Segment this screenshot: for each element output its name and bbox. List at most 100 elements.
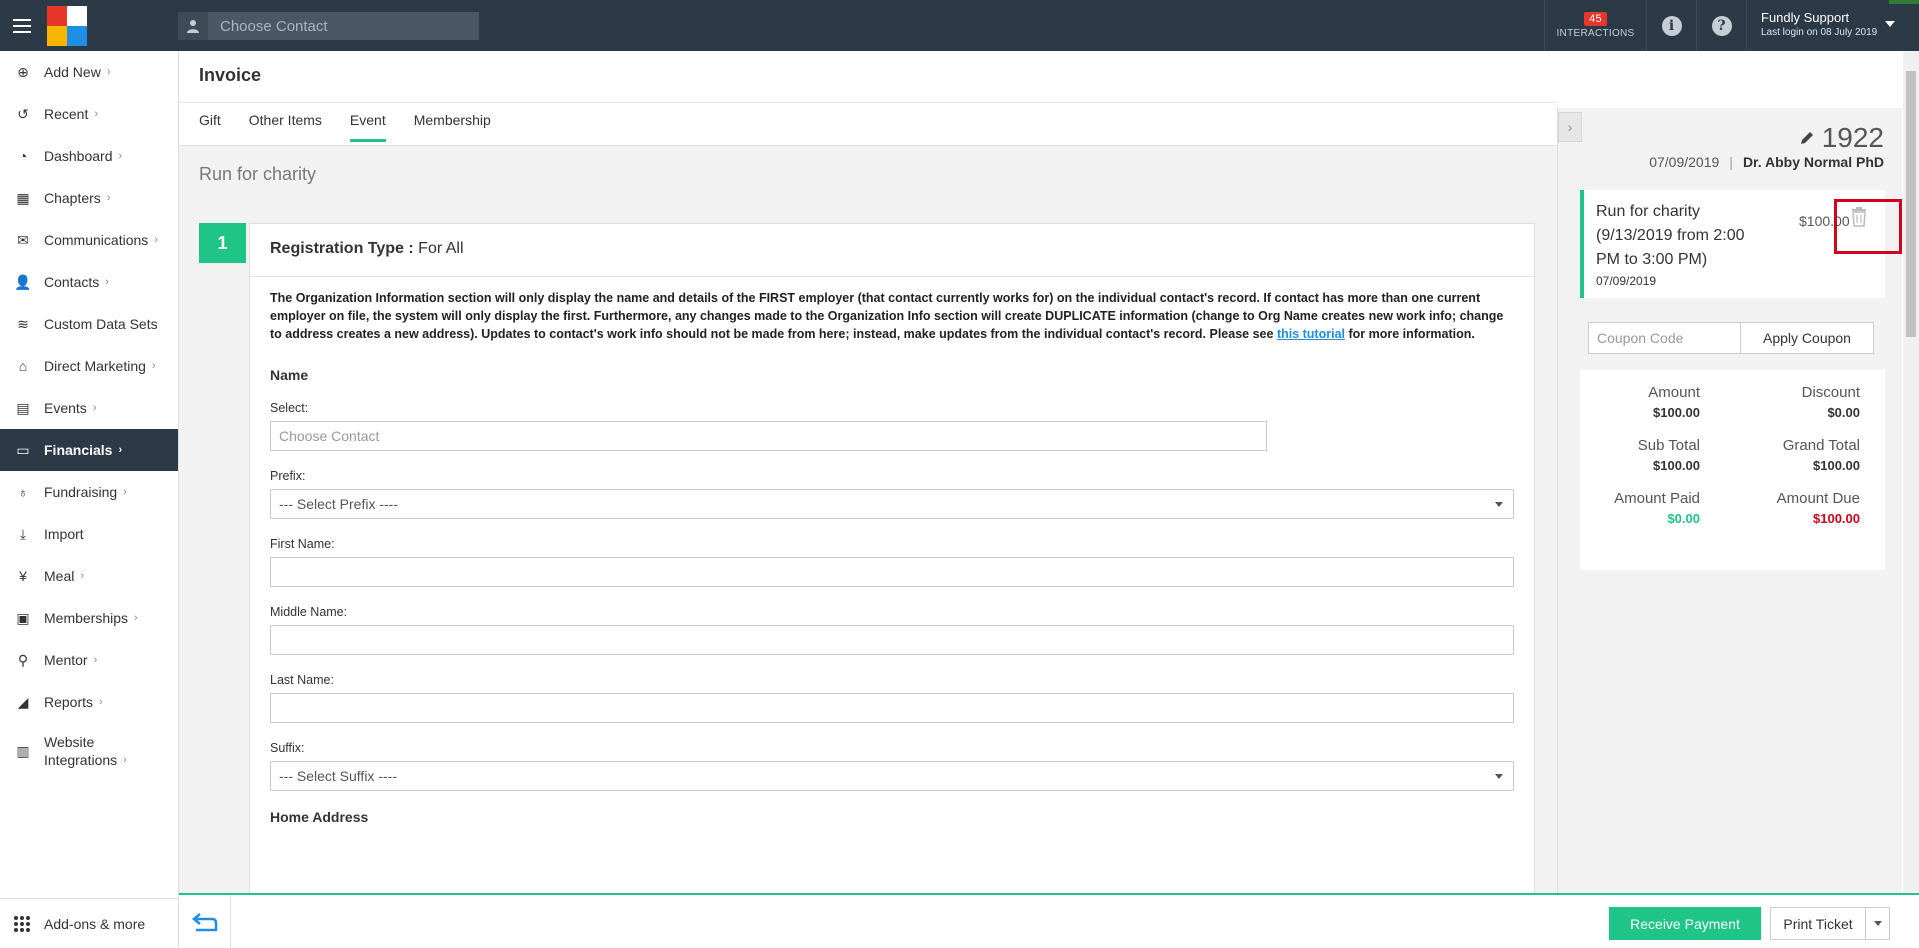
collapse-panel-button[interactable]: ›	[1558, 112, 1582, 142]
interactions-button[interactable]: 45 INTERACTIONS	[1544, 0, 1646, 51]
sidebar-item-mentor[interactable]: ⚲ Mentor ›	[0, 639, 178, 681]
last-name-field[interactable]	[270, 693, 1514, 723]
sidebar-item-communications[interactable]: ✉ Communications ›	[0, 219, 178, 261]
grandtotal-cell: Grand Total $100.00	[1750, 437, 1860, 473]
main-area: Invoice Gift Other Items Event Membershi…	[179, 51, 1557, 948]
scrollbar-thumb[interactable]	[1906, 71, 1916, 337]
chevron-right-icon: ›	[92, 402, 97, 414]
subtotal-cell: Sub Total $100.00	[1600, 437, 1700, 473]
plus-circle-icon: ⊕	[17, 63, 29, 80]
chevron-right-icon: ›	[105, 276, 109, 288]
tab-gift[interactable]: Gift	[199, 112, 221, 142]
cutlery-icon: ¥	[19, 568, 27, 584]
middle-name-label: Middle Name:	[270, 605, 348, 619]
amount-paid-cell: Amount Paid $0.00	[1600, 490, 1700, 526]
user-menu[interactable]: Fundly Support Last login on 08 July 201…	[1746, 0, 1919, 51]
apps-grid-icon	[14, 915, 30, 932]
history-icon: ↺	[17, 105, 29, 122]
id-card-icon: ▣	[16, 609, 30, 626]
print-ticket-button[interactable]: Print Ticket	[1770, 907, 1866, 940]
envelope-icon: ✉	[17, 231, 29, 248]
tab-other-items[interactable]: Other Items	[249, 112, 322, 142]
amount-value: $100.00	[1653, 405, 1700, 420]
invoice-tabs: Gift Other Items Event Membership	[199, 112, 491, 142]
prefix-select[interactable]: --- Select Prefix ----	[270, 489, 1514, 519]
moneybag-icon: ♁	[17, 484, 29, 500]
sidebar-item-contacts[interactable]: 👤 Contacts ›	[0, 261, 178, 303]
print-options-dropdown[interactable]	[1866, 907, 1890, 940]
hamburger-menu-icon[interactable]	[0, 0, 44, 51]
browser-icon: ▥	[16, 743, 30, 759]
choose-contact-field[interactable]: Choose Contact	[270, 421, 1267, 451]
chevron-right-icon: ›	[1567, 119, 1573, 135]
addons-more-button[interactable]: Add-ons & more	[0, 898, 179, 948]
chevron-right-icon: ›	[154, 234, 158, 246]
tab-event[interactable]: Event	[349, 112, 386, 142]
pencil-icon[interactable]	[1798, 129, 1816, 147]
amount-label: Amount	[1648, 384, 1700, 401]
apply-coupon-button[interactable]: Apply Coupon	[1741, 322, 1874, 354]
sidebar-item-label: Memberships	[44, 610, 129, 626]
registration-card: Registration Type : For All The Organiza…	[249, 223, 1535, 893]
subtotal-value: $100.00	[1653, 458, 1700, 473]
home-address-section-title: Home Address	[270, 809, 369, 825]
sidebar-item-dashboard[interactable]: ◔ Dashboard ›	[0, 135, 178, 177]
coupon-code-input[interactable]	[1588, 322, 1741, 354]
contact-search-input[interactable]	[208, 17, 468, 35]
invoice-date: 07/09/2019	[1649, 154, 1720, 170]
sidebar-item-import[interactable]: ⤓ Import	[0, 513, 178, 555]
sidebar-item-label: Direct Marketing	[44, 358, 146, 374]
sidebar-item-label: Add New	[44, 64, 101, 80]
tutorial-link[interactable]: this tutorial	[1277, 327, 1345, 341]
info-icon: i	[1661, 15, 1682, 36]
sidebar-item-fundraising[interactable]: ♁ Fundraising ›	[0, 471, 178, 513]
registration-type-label: Registration Type :	[270, 240, 414, 257]
info-button[interactable]: i	[1646, 0, 1696, 51]
sidebar-item-events[interactable]: ▤ Events ›	[0, 387, 178, 429]
sidebar-item-meal[interactable]: ¥ Meal ›	[0, 555, 178, 597]
registration-type-value: For All	[418, 240, 464, 257]
fundly-logo[interactable]	[47, 5, 87, 46]
sidebar-item-label: Communications	[44, 232, 149, 248]
sidebar-item-add-new[interactable]: ⊕ Add New ›	[0, 51, 178, 93]
chevron-right-icon: ›	[123, 486, 127, 498]
money-icon: ▭	[16, 441, 30, 458]
page-scrollbar[interactable]	[1903, 51, 1919, 893]
sidebar-item-custom-data-sets[interactable]: ≋ Custom Data Sets	[0, 303, 178, 345]
addons-more-label: Add-ons & more	[44, 915, 146, 932]
receive-payment-button[interactable]: Receive Payment	[1609, 907, 1761, 940]
subtotal-label: Sub Total	[1637, 437, 1700, 454]
calendar-icon: ▤	[16, 399, 30, 416]
sidebar-item-financials[interactable]: ▭ Financials ›	[0, 429, 178, 471]
middle-name-field[interactable]	[270, 625, 1514, 655]
sidebar-item-label: Dashboard	[44, 148, 113, 164]
sidebar-item-label: Import	[44, 526, 84, 542]
last-name-label: Last Name:	[270, 673, 334, 687]
sidebar-item-recent[interactable]: ↺ Recent ›	[0, 93, 178, 135]
help-button[interactable]: ?	[1696, 0, 1746, 51]
discount-cell: Discount $0.00	[1750, 384, 1860, 420]
sidebar-item-website-integrations[interactable]: ▥ Website Integrations ›	[0, 723, 178, 779]
first-name-field[interactable]	[270, 557, 1514, 587]
top-contact-search	[178, 12, 479, 40]
sidebar-item-label: Events	[44, 400, 87, 416]
sidebar-item-reports[interactable]: ◢ Reports ›	[0, 681, 178, 723]
chevron-right-icon: ›	[93, 654, 98, 666]
sidebar-item-direct-marketing[interactable]: ⌂ Direct Marketing ›	[0, 345, 178, 387]
chevron-right-icon: ›	[151, 360, 156, 372]
sidebar-item-label: Financials	[44, 442, 113, 458]
suffix-select[interactable]: --- Select Suffix ----	[270, 761, 1514, 791]
chevron-right-icon: ›	[106, 192, 111, 204]
back-button[interactable]	[179, 895, 231, 948]
amount-paid-label: Amount Paid	[1614, 490, 1700, 507]
user-name: Fundly Support	[1761, 10, 1850, 25]
choose-contact-placeholder: Choose Contact	[279, 428, 380, 444]
sidebar-item-chapters[interactable]: ▦ Chapters ›	[0, 177, 178, 219]
sidebar-item-label-line1: Website	[44, 734, 95, 750]
tab-membership[interactable]: Membership	[414, 112, 491, 142]
layers-icon: ≋	[17, 315, 29, 332]
event-title: Run for charity	[199, 164, 317, 184]
sidebar-item-memberships[interactable]: ▣ Memberships ›	[0, 597, 178, 639]
grandtotal-value: $100.00	[1813, 458, 1860, 473]
registration-form: The Organization Information section wil…	[250, 277, 1534, 825]
